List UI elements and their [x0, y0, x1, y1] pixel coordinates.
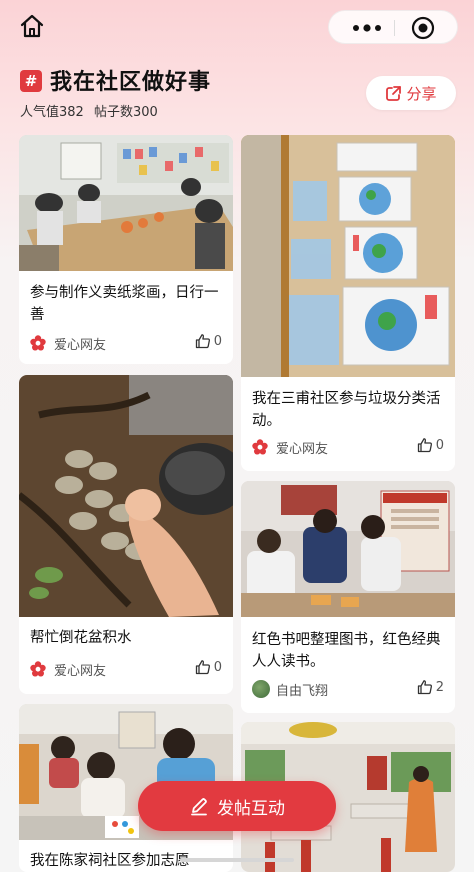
like-button[interactable]: 2 — [417, 679, 444, 695]
post-card[interactable]: 帮忙倒花盆积水 爱心网友 0 — [19, 375, 233, 694]
post-author: 爱心网友 — [54, 338, 107, 353]
post-meta: 爱心网友 0 — [252, 437, 444, 457]
post-title: 帮忙倒花盆积水 — [30, 630, 132, 646]
post-title: 参与制作义卖纸浆画，日行一善 — [30, 285, 219, 323]
popularity-count: 人气值382 — [20, 105, 84, 120]
post-count: 帖子数300 — [93, 105, 158, 120]
hashtag-icon: # — [20, 70, 42, 92]
like-count: 2 — [435, 679, 444, 695]
thumbs-up-icon — [417, 438, 432, 453]
post-meta: 爱心网友 0 — [30, 333, 222, 353]
post-card[interactable]: 红色书吧整理图书，红色经典人人读书。 自由飞翔 2 — [241, 481, 455, 713]
post-card[interactable]: 我在三甫社区参与垃圾分类活动。 爱心网友 0 — [241, 135, 455, 471]
post-meta: 爱心网友 0 — [30, 659, 222, 679]
post-title: 红色书吧整理图书，红色经典人人读书。 — [252, 632, 441, 670]
share-button[interactable]: 分享 — [366, 76, 456, 110]
post-photo — [241, 135, 455, 377]
topic-stats: 人气值382 帖子数300 — [20, 101, 158, 120]
home-icon[interactable] — [18, 12, 46, 40]
post-author: 爱心网友 — [276, 442, 329, 457]
post-photo — [241, 481, 455, 617]
thumbs-up-icon — [195, 334, 210, 349]
flower-icon — [30, 335, 46, 351]
capsule-divider — [394, 20, 395, 36]
post-meta: 自由飞翔 2 — [252, 679, 444, 699]
mini-program-capsule — [328, 10, 458, 44]
like-button[interactable]: 0 — [195, 333, 222, 349]
share-icon — [386, 85, 402, 101]
post-author: 爱心网友 — [54, 664, 107, 679]
flower-icon — [252, 439, 268, 455]
page-title: 我在社区做好事 — [50, 70, 212, 95]
flower-icon — [30, 661, 46, 677]
like-button[interactable]: 0 — [417, 437, 444, 453]
post-author: 自由飞翔 — [276, 684, 329, 699]
post-photo — [19, 135, 233, 271]
share-label: 分享 — [406, 84, 437, 103]
create-post-button[interactable]: 发帖互动 — [138, 781, 336, 831]
top-bar — [0, 0, 474, 52]
post-title: 我在三甫社区参与垃圾分类活动。 — [252, 391, 441, 429]
home-indicator — [180, 858, 294, 862]
pen-icon — [191, 798, 207, 816]
like-count: 0 — [435, 437, 444, 453]
like-count: 0 — [213, 659, 222, 675]
like-button[interactable]: 0 — [195, 659, 222, 675]
like-count: 0 — [213, 333, 222, 349]
target-circle-icon[interactable] — [403, 11, 443, 45]
thumbs-up-icon — [417, 680, 432, 695]
thumbs-up-icon — [195, 660, 210, 675]
user-avatar — [252, 680, 270, 698]
more-dots-icon[interactable] — [343, 11, 391, 45]
create-post-label: 发帖互动 — [217, 798, 285, 819]
post-card[interactable]: 参与制作义卖纸浆画，日行一善 爱心网友 0 — [19, 135, 233, 364]
post-photo — [19, 375, 233, 617]
topic-header: # 我在社区做好事 人气值382 帖子数300 分享 — [20, 64, 460, 124]
